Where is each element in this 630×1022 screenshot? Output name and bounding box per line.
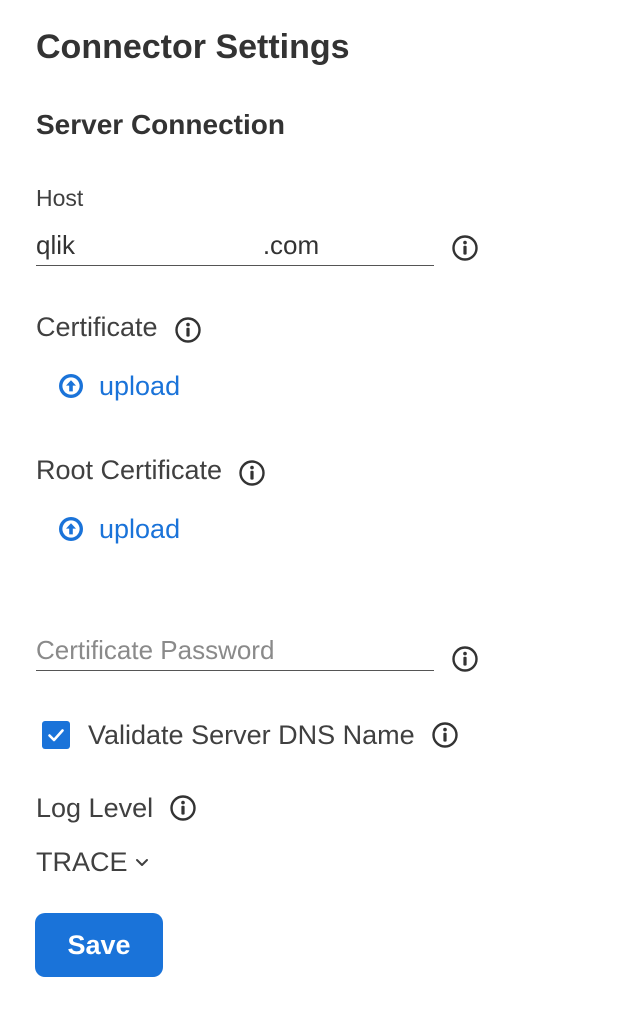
- validate-dns-row: Validate Server DNS Name: [42, 718, 459, 752]
- certificate-upload-label: upload: [99, 371, 181, 401]
- checkmark-icon: [48, 729, 64, 742]
- certificate-label-row: Certificate: [36, 310, 202, 344]
- chevron-down-icon: [135, 859, 148, 866]
- page-title: Connector Settings: [36, 28, 350, 66]
- log-level-label: Log Level: [36, 793, 154, 823]
- root-certificate-upload-label: upload: [99, 514, 181, 544]
- log-level-info-icon[interactable]: [169, 794, 197, 822]
- upload-icon: [59, 517, 83, 541]
- certificate-password-input[interactable]: [36, 631, 434, 671]
- log-level-selected-value: TRACE: [36, 847, 128, 877]
- root-certificate-info-icon[interactable]: [238, 459, 266, 487]
- save-button[interactable]: Save: [35, 913, 163, 977]
- host-input[interactable]: [36, 226, 434, 266]
- host-info-icon[interactable]: [451, 234, 479, 262]
- log-level-select[interactable]: TRACE: [36, 845, 150, 879]
- validate-dns-info-icon[interactable]: [431, 721, 459, 749]
- certificate-label: Certificate: [36, 312, 158, 342]
- certificate-password-info-icon[interactable]: [451, 645, 479, 673]
- section-title-server-connection: Server Connection: [36, 109, 285, 140]
- certificate-info-icon[interactable]: [174, 316, 202, 344]
- root-certificate-label: Root Certificate: [36, 455, 223, 485]
- host-label: Host: [36, 185, 84, 211]
- upload-icon: [59, 374, 83, 398]
- validate-dns-checkbox[interactable]: [42, 721, 70, 749]
- root-certificate-upload-link[interactable]: upload: [58, 512, 180, 546]
- validate-dns-label[interactable]: Validate Server DNS Name: [88, 718, 415, 752]
- root-certificate-label-row: Root Certificate: [36, 453, 266, 487]
- certificate-upload-link[interactable]: upload: [58, 369, 180, 403]
- log-level-label-row: Log Level: [36, 791, 197, 825]
